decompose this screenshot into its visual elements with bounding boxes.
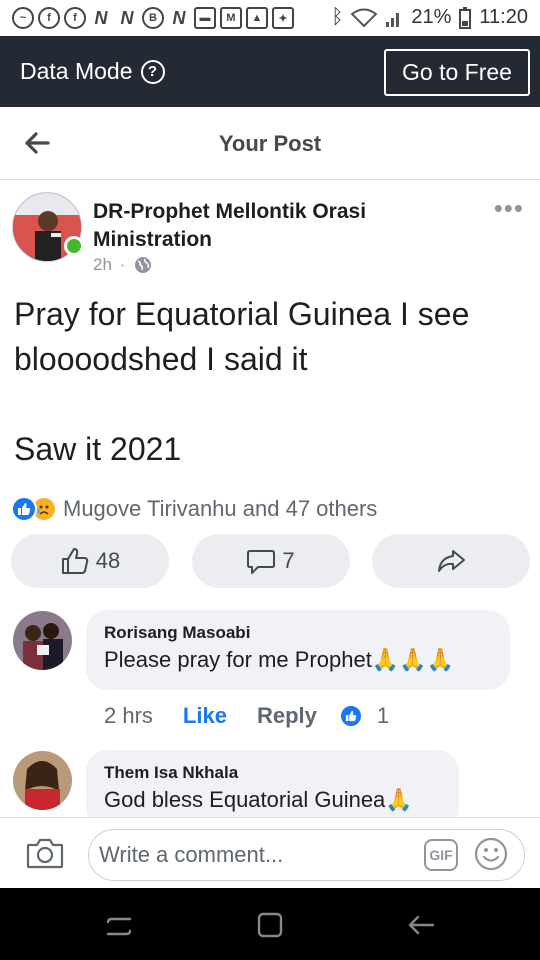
comment-like-count: 1 (376, 703, 390, 728)
data-mode-label: Data Mode (20, 58, 133, 84)
thumbs-up-icon (61, 548, 88, 574)
clock: 11:20 (479, 6, 528, 28)
bluetooth-icon: ᛒ (331, 6, 344, 28)
image-icon: ▲ (246, 7, 268, 29)
post-author-name[interactable]: DR-Prophet Mellontik Orasi Ministration (93, 198, 423, 254)
post-header: DR-Prophet Mellontik Orasi Ministration … (0, 181, 540, 281)
chat-icon: ▬ (194, 7, 216, 29)
like-count: 48 (95, 548, 121, 573)
status-bar: ~ f f N N B N ▬ M ▲ ✦ ᛒ 21% 11:20 (0, 0, 540, 36)
avatar-photo (13, 611, 72, 670)
separator-dot: · (119, 255, 126, 274)
comment-input[interactable] (88, 829, 525, 881)
comment-likes[interactable]: 1 (338, 703, 390, 729)
news-icon: N (120, 7, 134, 28)
comment-like-link[interactable]: Like (183, 703, 227, 729)
comment-text: Please pray for me Prophet (104, 647, 372, 672)
comment-meta: 2 hrs Like Reply 1 (104, 703, 389, 729)
back-icon[interactable] (406, 910, 436, 940)
news-icon: N (94, 7, 108, 28)
author-avatar-wrap[interactable] (12, 192, 84, 262)
battery-icon (459, 6, 472, 29)
avatar[interactable] (13, 751, 72, 810)
go-to-free-button[interactable]: Go to Free (384, 49, 530, 96)
news-icon: N (172, 7, 186, 28)
comment-bubble-icon (247, 550, 276, 574)
mail-icon: M (220, 7, 242, 29)
comment-composer: GIF (0, 817, 540, 888)
facebook-icon: f (38, 7, 60, 29)
comment-count: 7 (282, 548, 295, 573)
post-time[interactable]: 2h (93, 255, 112, 275)
post-text-line: Pray for Equatorial Guinea I see blooood… (14, 296, 470, 377)
avatar-photo (13, 751, 72, 810)
comment-text-wrap: Please pray for me Prophet🙏🙏🙏 (104, 644, 492, 676)
commenter-name[interactable]: Rorisang Masoabi (104, 622, 492, 644)
comment-time: 2 hrs (104, 703, 153, 728)
like-reaction-icon (338, 704, 363, 728)
facebook-icon: f (64, 7, 86, 29)
notification-icons: ~ f f N N B N ▬ M ▲ ✦ (12, 7, 294, 29)
home-icon[interactable] (255, 910, 285, 940)
wifi-icon (351, 8, 378, 27)
post-text-line: Saw it 2021 (14, 431, 182, 467)
comment-text: God bless Equatorial Guinea (104, 787, 386, 812)
camera-icon[interactable] (26, 836, 64, 870)
commenter-name[interactable]: Them Isa Nkhala (104, 762, 441, 784)
comment-reply-link[interactable]: Reply (257, 703, 317, 729)
reactions-text: Mugove Tirivanhu and 47 others (63, 496, 378, 521)
comment-emoji: 🙏🙏🙏 (371, 647, 454, 672)
battery-percent: 21% (411, 6, 452, 28)
post-body: Pray for Equatorial Guinea I see blooood… (14, 292, 530, 472)
avatar[interactable] (13, 611, 72, 670)
emoji-icon[interactable] (474, 837, 508, 871)
post-actions: 48 7 (11, 534, 530, 588)
app-icon: ✦ (272, 7, 294, 29)
recent-apps-icon[interactable] (104, 910, 134, 940)
page-title: Your Post (218, 131, 322, 156)
comment-text-wrap: God bless Equatorial Guinea🙏 (104, 784, 441, 816)
share-arrow-icon (438, 550, 465, 572)
comment-button[interactable]: 7 (191, 534, 350, 588)
globe-icon (134, 257, 151, 273)
post-meta: 2h · (93, 255, 152, 275)
data-mode-bar: Data Mode ? Go to Free (0, 36, 540, 107)
gif-icon[interactable]: GIF (424, 839, 458, 871)
like-button[interactable]: 48 (11, 534, 169, 588)
b-app-icon: B (142, 7, 164, 29)
system-indicators: ᛒ 21% 11:20 (331, 6, 528, 29)
system-nav-bar (0, 888, 540, 960)
post-text-line (14, 382, 530, 427)
comment-emoji: 🙏 (385, 787, 413, 812)
page-header: Your Post (0, 107, 540, 180)
like-reaction-icon (11, 496, 37, 522)
more-options-icon[interactable]: ••• (494, 195, 524, 221)
reactions-summary[interactable]: Mugove Tirivanhu and 47 others (11, 496, 377, 522)
comment-bubble[interactable]: Rorisang Masoabi Please pray for me Prop… (86, 610, 510, 690)
signal-icon (386, 12, 400, 27)
share-button[interactable] (372, 534, 530, 588)
help-icon[interactable]: ? (140, 59, 165, 84)
online-status-dot (64, 236, 84, 256)
messenger-icon: ~ (12, 7, 34, 29)
data-mode-label-wrap[interactable]: Data Mode ? (20, 58, 165, 85)
